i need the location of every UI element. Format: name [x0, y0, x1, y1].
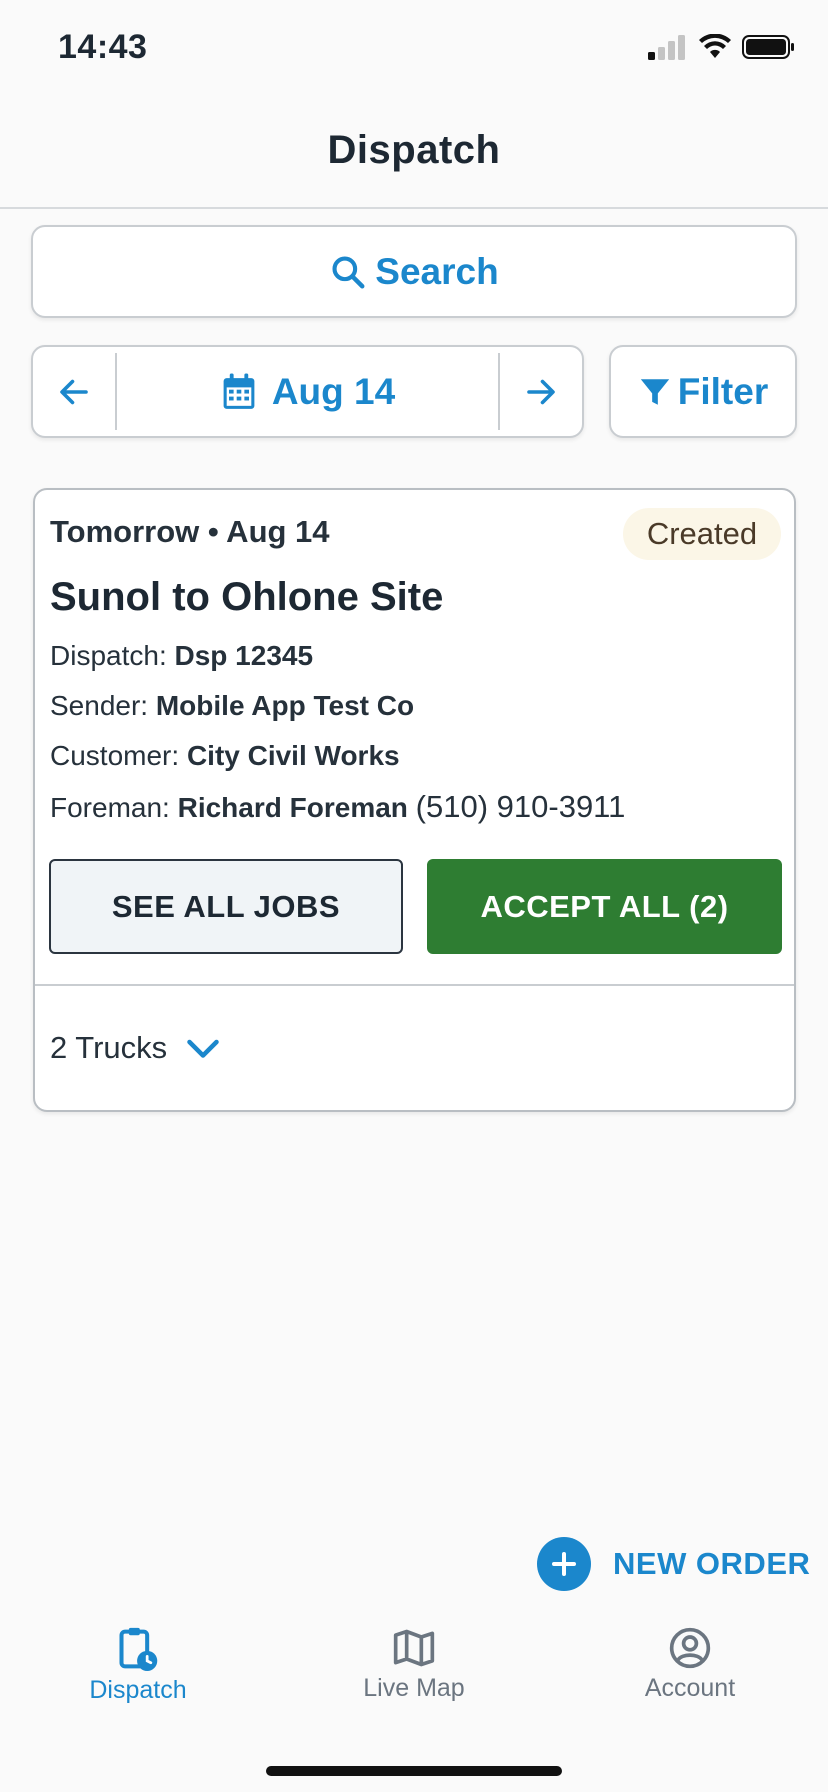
search-label: Search	[375, 250, 499, 292]
customer-label: Customer:	[50, 740, 180, 771]
date-navigator: Aug 14	[31, 345, 584, 438]
map-icon	[393, 1629, 435, 1667]
sender-label: Sender:	[50, 690, 149, 721]
plus-circle-icon	[537, 1537, 591, 1591]
clipboard-clock-icon	[119, 1627, 158, 1671]
current-date: Aug 14	[271, 370, 396, 412]
status-badge: Created	[623, 508, 781, 560]
foreman-row: Foreman: Richard Foreman (510) 910-3911	[50, 789, 625, 825]
tab-dispatch-label: Dispatch	[89, 1676, 187, 1704]
new-order-button[interactable]: NEW ORDER	[537, 1537, 810, 1591]
dispatch-id-row: Dispatch: Dsp 12345	[50, 640, 313, 672]
tab-live-map-label: Live Map	[363, 1674, 465, 1702]
status-icons	[646, 34, 796, 60]
filter-icon	[640, 378, 669, 405]
previous-day-button[interactable]	[33, 347, 115, 436]
dispatch-id-label: Dispatch:	[50, 640, 167, 671]
status-time: 14:43	[58, 28, 148, 66]
dispatch-card[interactable]: Tomorrow • Aug 14 Created Sunol to Ohlon…	[33, 488, 796, 1112]
tab-account-label: Account	[644, 1674, 736, 1702]
new-order-label: NEW ORDER	[613, 1546, 811, 1581]
home-indicator[interactable]	[266, 1766, 562, 1776]
cellular-signal-icon	[648, 35, 685, 60]
sender-row: Sender: Mobile App Test Co	[50, 690, 414, 722]
trucks-expander[interactable]: 2 Trucks	[50, 1030, 221, 1066]
filter-button[interactable]: Filter	[609, 345, 797, 438]
page-title: Dispatch	[327, 128, 501, 172]
customer-value: City Civil Works	[186, 740, 400, 771]
trucks-label: 2 Trucks	[50, 1030, 168, 1065]
chevron-down-icon	[187, 1039, 219, 1058]
foreman-phone-link[interactable]: (510) 910-3911	[416, 789, 626, 824]
search-icon	[332, 255, 365, 288]
account-circle-icon	[669, 1627, 711, 1669]
tab-live-map[interactable]: Live Map	[276, 1626, 552, 1703]
accept-all-button[interactable]: ACCEPT ALL (2)	[427, 859, 782, 954]
tab-account[interactable]: Account	[552, 1626, 828, 1703]
arrow-right-icon	[527, 379, 555, 404]
battery-icon	[742, 35, 794, 59]
foreman-value: Richard Foreman	[177, 792, 408, 823]
see-all-jobs-button[interactable]: SEE ALL JOBS	[49, 859, 403, 954]
arrow-left-icon	[60, 379, 88, 404]
dispatch-date: Tomorrow • Aug 14	[50, 514, 330, 549]
filter-label: Filter	[677, 370, 769, 412]
bottom-tab-bar: Dispatch Live Map Account	[0, 1610, 828, 1792]
foreman-label: Foreman:	[50, 792, 170, 823]
search-button[interactable]: Search	[31, 225, 797, 318]
sender-value: Mobile App Test Co	[155, 690, 415, 721]
tab-dispatch[interactable]: Dispatch	[0, 1626, 276, 1705]
calendar-icon	[223, 373, 255, 409]
dispatch-title: Sunol to Ohlone Site	[50, 575, 444, 619]
date-picker-button[interactable]: Aug 14	[117, 347, 498, 436]
dispatch-id-value: Dsp 12345	[174, 640, 314, 671]
customer-row: Customer: City Civil Works	[50, 740, 400, 772]
wifi-icon	[699, 34, 731, 58]
divider	[35, 984, 794, 986]
next-day-button[interactable]	[500, 347, 582, 436]
header-bar: Dispatch	[0, 100, 828, 209]
